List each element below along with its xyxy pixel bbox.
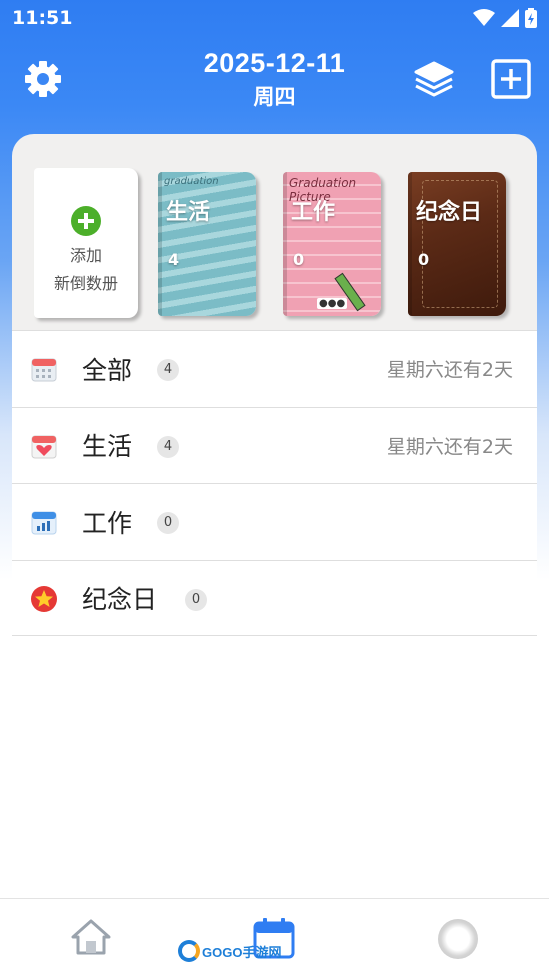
row-countdown-hint: 星期六还有2天 [386, 435, 513, 458]
settings-gear-icon[interactable] [22, 58, 64, 100]
plus-circle-icon [71, 206, 101, 236]
dots-decoration: ●●● [317, 298, 348, 309]
bottom-navigation [0, 898, 549, 976]
list-item-work[interactable]: 工作 0 [12, 483, 537, 560]
top-bar: 2025-12-11 周四 [0, 40, 549, 120]
book-count: 0 [418, 250, 430, 269]
signal-icon [501, 9, 519, 27]
add-book-label-1: 添加 [69, 246, 102, 265]
books-shelf: 添加 新倒数册 graduation 生活 4 Graduation Pictu… [12, 134, 537, 330]
status-time: 11:51 [12, 7, 73, 29]
date-block: 2025-12-11 周四 [0, 48, 549, 111]
book-work[interactable]: Graduation Picture 工作 0 ●●● [283, 172, 381, 316]
profile-tab-icon[interactable] [438, 919, 478, 959]
book-title: 纪念日 [416, 200, 483, 225]
row-label: 生活 [82, 432, 133, 462]
book-life[interactable]: graduation 生活 4 [158, 172, 256, 316]
list-item-life[interactable]: 生活 4 星期六还有2天 [12, 406, 537, 483]
calendar-grid-icon [31, 358, 57, 382]
add-book-label-2: 新倒数册 [53, 274, 118, 293]
book-spine [408, 172, 412, 316]
row-countdown-hint: 星期六还有2天 [386, 359, 513, 382]
current-date: 2025-12-11 [203, 48, 346, 78]
wifi-icon [473, 9, 495, 26]
book-deco-text: graduation [164, 176, 219, 187]
book-spine [158, 172, 162, 316]
calendar-chart-icon [31, 511, 57, 535]
add-square-icon[interactable] [490, 58, 532, 100]
star-circle-icon [31, 585, 57, 612]
battery-icon [525, 8, 537, 28]
list-item-all[interactable]: 全部 4 星期六还有2天 [12, 330, 537, 407]
book-title: 生活 [166, 200, 211, 225]
watermark-text: GOGO手游网 [202, 944, 282, 960]
book-anniversary[interactable]: 纪念日 0 [408, 172, 506, 316]
book-count: 4 [168, 250, 180, 269]
watermark-logo: GOGO手游网 [178, 940, 281, 962]
book-title: 工作 [291, 200, 336, 225]
row-count-badge: 4 [157, 435, 179, 458]
row-label: 纪念日 [82, 584, 158, 614]
add-book-button[interactable]: 添加 新倒数册 [34, 168, 138, 318]
layers-icon[interactable] [412, 58, 456, 102]
list-item-anniversary[interactable]: 纪念日 0 [12, 559, 537, 636]
status-icons [473, 8, 537, 28]
watermark-circle-icon [178, 940, 200, 962]
home-icon[interactable] [70, 917, 112, 957]
calendar-heart-icon [31, 435, 57, 458]
book-count: 0 [293, 250, 305, 269]
status-bar: 11:51 [0, 0, 549, 36]
row-label: 工作 [82, 508, 133, 538]
row-count-badge: 0 [185, 588, 207, 611]
row-label: 全部 [82, 355, 133, 385]
row-count-badge: 0 [157, 512, 179, 534]
current-weekday: 周四 [253, 85, 296, 109]
row-count-badge: 4 [157, 359, 179, 381]
category-list: 全部 4 星期六还有2天 生活 4 星期六还有2天 工作 0 纪念日 0 [12, 330, 537, 636]
book-spine [283, 172, 287, 316]
